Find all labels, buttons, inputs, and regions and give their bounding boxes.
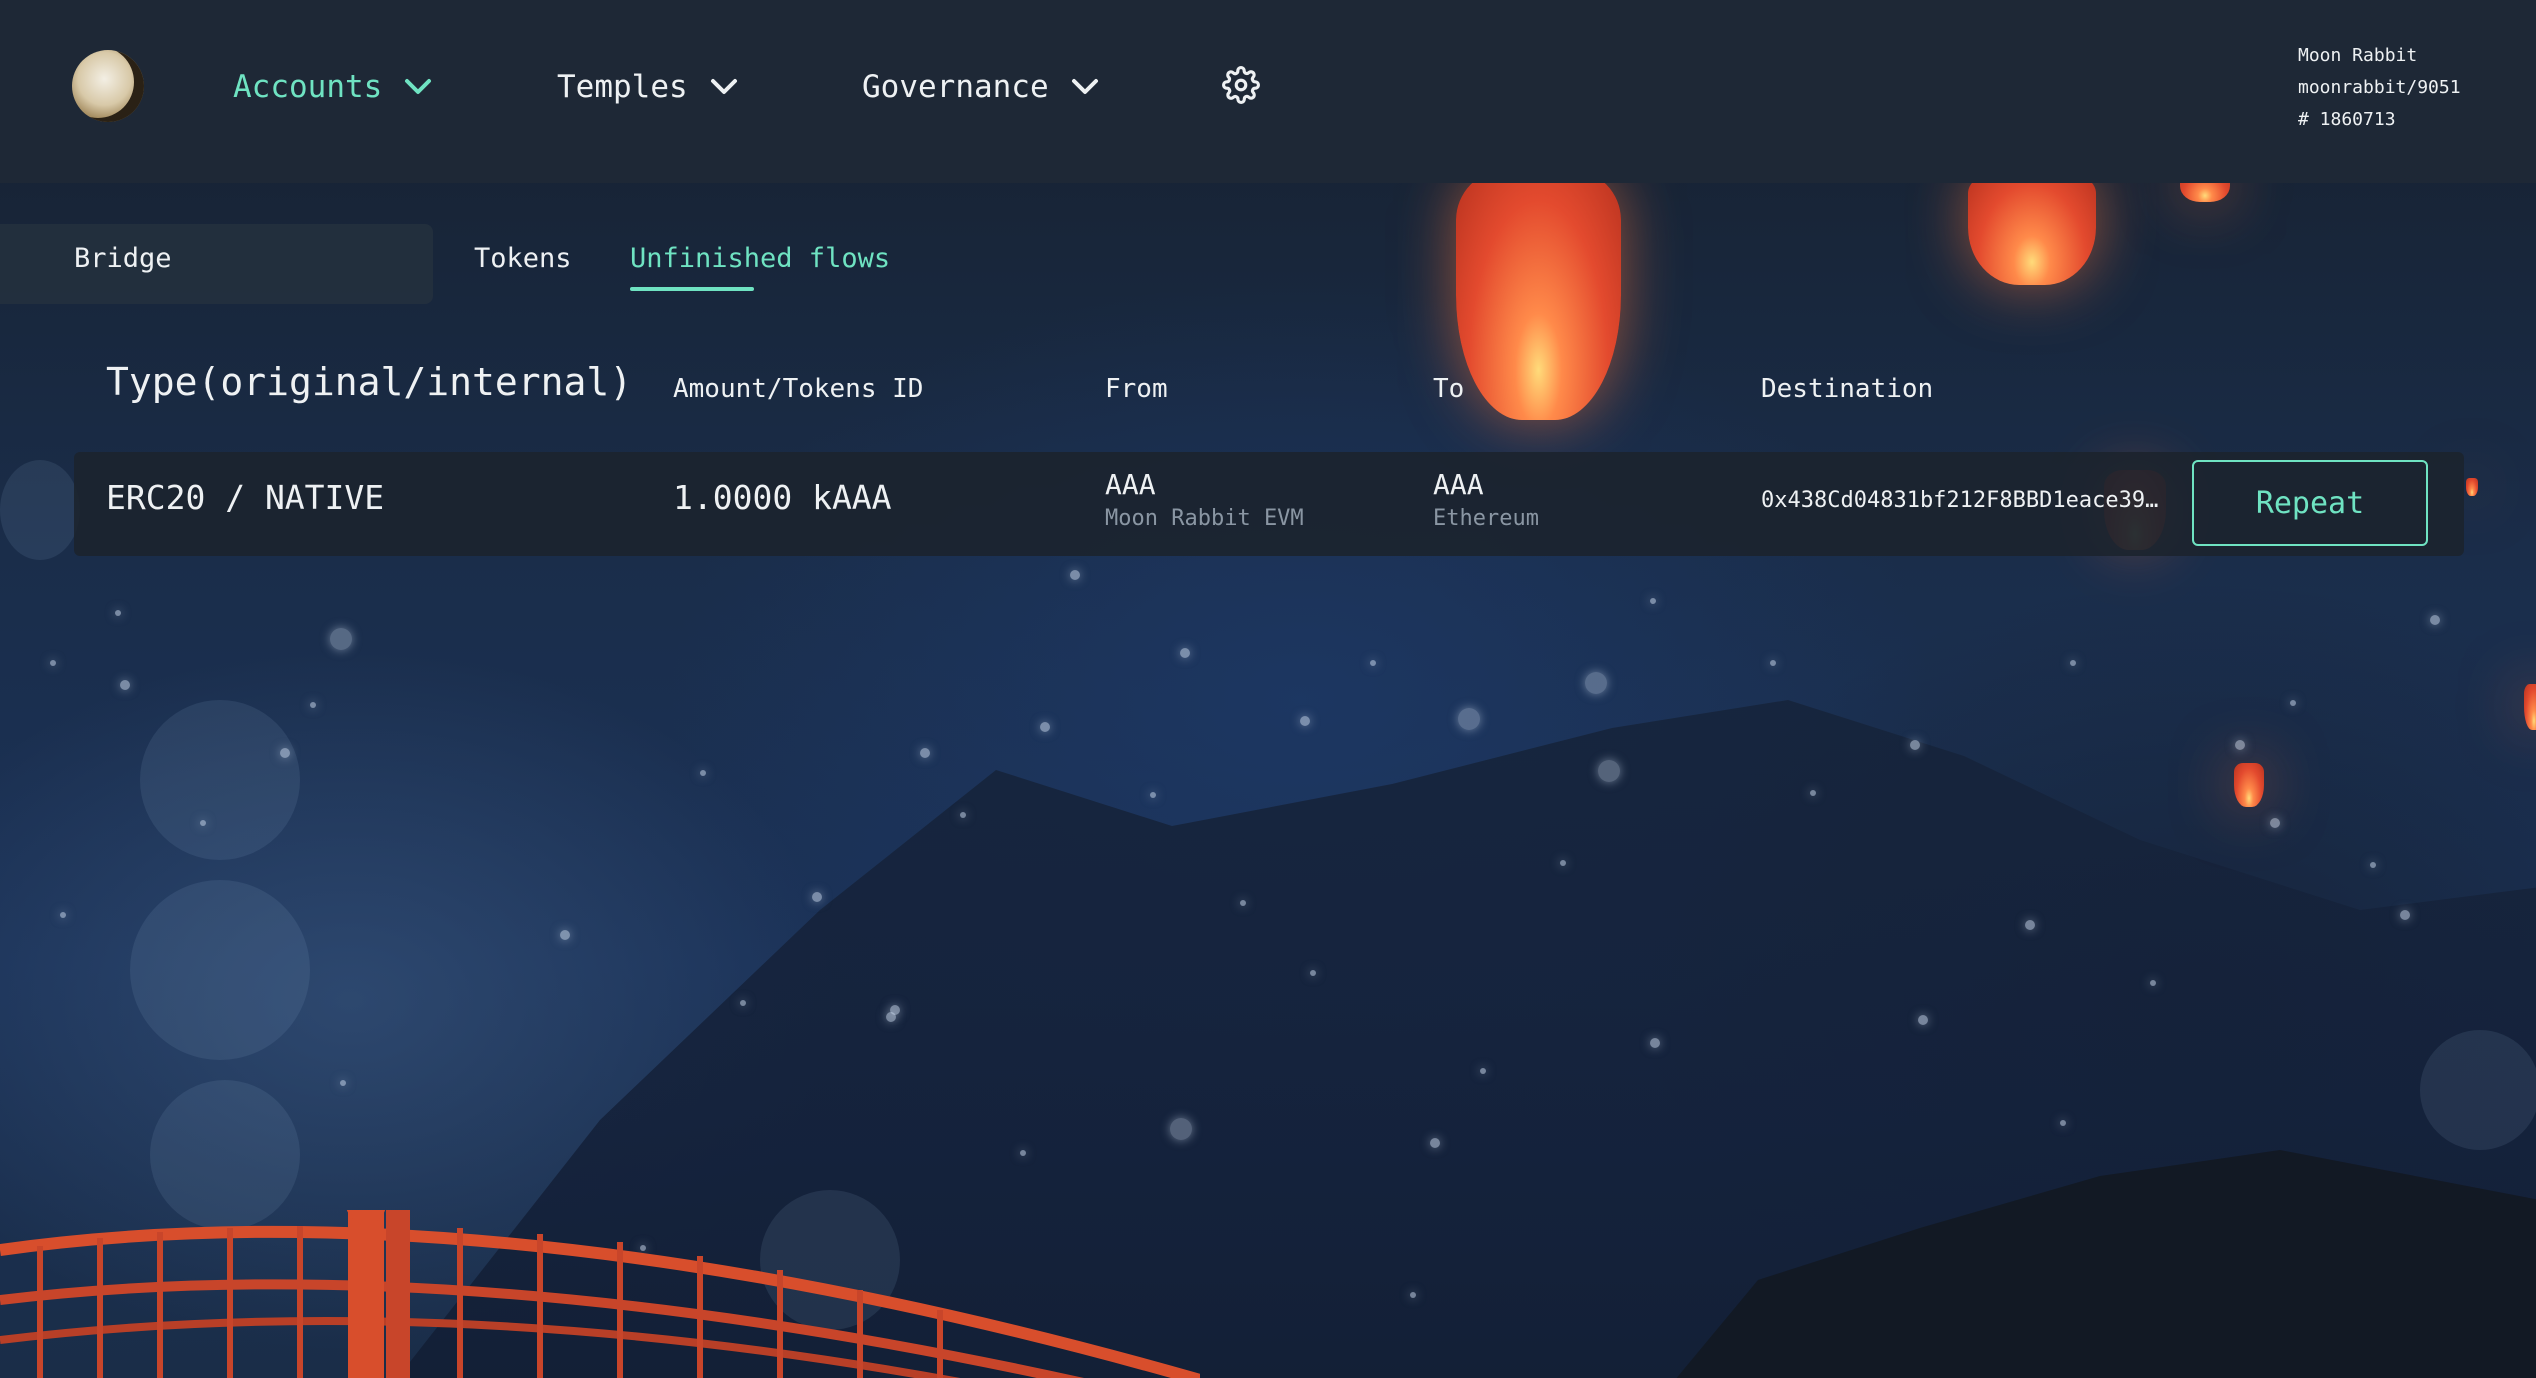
account-name: Moon Rabbit [2298,45,2418,66]
column-header-from: From [1105,374,1168,404]
mountain-silhouette [380,700,2536,1378]
top-navigation-bar: Accounts Temples Governance Moon Rabbit … [0,0,2536,183]
row-to-network: Ethereum [1433,506,1539,531]
column-header-to: To [1433,374,1465,404]
block-number: # 1860713 [2298,109,2396,130]
row-to-symbol: AAA [1433,468,1484,501]
nav-accounts[interactable]: Accounts [233,62,432,112]
bridge-railing [0,1210,1200,1378]
nav-accounts-label: Accounts [233,69,383,105]
row-destination-address[interactable]: 0x438Cd04831bf212F8BBD1eace39… [1761,488,2158,513]
row-from-network: Moon Rabbit EVM [1105,506,1304,531]
active-tab-indicator [630,287,754,291]
nav-governance-label: Governance [862,69,1049,105]
lantern [2524,684,2536,730]
tab-tokens[interactable]: Tokens [474,243,572,274]
chevron-down-icon [710,78,738,96]
moon-rabbit-logo-icon[interactable] [72,50,144,122]
lantern [1968,170,2096,285]
background-scene [0,0,2536,1378]
column-header-amount: Amount/Tokens ID [673,374,924,404]
foreground-hill [1650,1150,2536,1378]
column-header-destination: Destination [1761,374,1934,404]
column-header-type: Type(original/internal) [106,360,633,404]
account-path: moonrabbit/9051 [2298,77,2461,98]
chevron-down-icon [404,78,432,96]
row-type: ERC20 / NATIVE [106,478,385,517]
tab-bridge-background [0,224,433,304]
nav-temples[interactable]: Temples [557,62,738,112]
lantern [2234,763,2264,807]
repeat-button[interactable]: Repeat [2192,460,2428,546]
row-amount: 1.0000 kAAA [673,478,892,517]
tab-bridge[interactable]: Bridge [74,243,172,274]
chevron-down-icon [1071,78,1099,96]
lantern [2466,478,2478,496]
row-from-symbol: AAA [1105,468,1156,501]
account-info[interactable]: Moon Rabbit moonrabbit/9051 # 1860713 [2298,40,2461,136]
nav-governance[interactable]: Governance [862,62,1099,112]
lantern [1456,170,1621,420]
tab-unfinished-flows[interactable]: Unfinished flows [630,243,890,274]
nav-temples-label: Temples [557,69,688,105]
gear-icon[interactable] [1222,66,1260,104]
